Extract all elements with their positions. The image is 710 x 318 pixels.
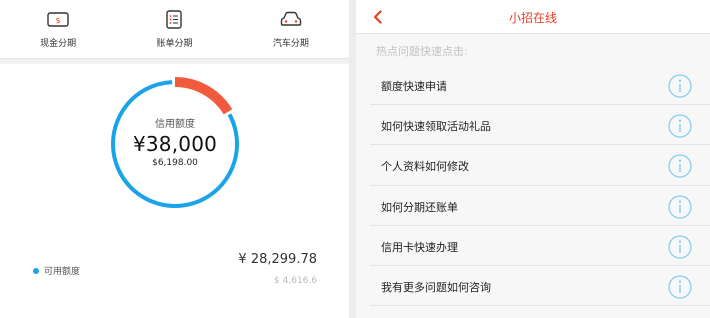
section-divider [0, 58, 349, 64]
svg-text:$: $ [56, 16, 61, 25]
secondary-amount: $ 4,616.6 [274, 276, 317, 286]
info-icon[interactable] [668, 74, 692, 98]
legend-dot [33, 267, 39, 274]
question-text: 如何分期还账单 [381, 200, 458, 214]
nav-bill-installment[interactable]: 账单分期 [116, 0, 232, 58]
info-icon[interactable] [668, 114, 692, 138]
nav-cash-installment[interactable]: $ 现金分期 [0, 0, 116, 58]
hot-questions-label: 热点问题快速点击: [376, 45, 468, 58]
legend-label: 可用额度 [44, 267, 81, 277]
list-item[interactable]: 个人资料如何修改 [370, 145, 710, 186]
page-title: 小招在线 [508, 11, 557, 25]
app-screenshot: $ 现金分期 账单分期 汽车分期 信用额度 ¥38,000 $6,198.00 … [0, 0, 710, 318]
installment-nav: $ 现金分期 账单分期 汽车分期 [0, 0, 349, 58]
list-item[interactable]: 如何分期还账单 [370, 186, 710, 226]
list-item[interactable]: 信用卡快速办理 [370, 226, 710, 266]
credit-limit-title: 信用额度 [155, 118, 195, 130]
help-panel: 小招在线 热点问题快速点击: 额度快速申请 如何快速领取活动礼品 个人资料如何修… [356, 0, 710, 318]
help-header: 小招在线 [356, 0, 710, 34]
question-text: 额度快速申请 [381, 80, 447, 93]
list-item[interactable]: 额度快速申请 [370, 65, 710, 106]
question-text: 我有更多问题如何咨询 [381, 280, 491, 294]
ring-center: 信用额度 ¥38,000 $6,198.00 [108, 77, 242, 211]
question-text: 个人资料如何修改 [381, 160, 469, 174]
car-icon [278, 9, 304, 29]
available-amount: ¥ 28,299.78 [238, 252, 317, 267]
legend-available: 可用额度 [33, 264, 80, 277]
info-icon[interactable] [668, 194, 692, 219]
nav-car-installment[interactable]: 汽车分期 [233, 0, 349, 58]
list-item[interactable]: 我有更多问题如何咨询 [370, 266, 710, 307]
list-item[interactable]: 如何快速领取活动礼品 [370, 105, 710, 146]
question-text: 如何快速领取活动礼品 [381, 120, 491, 134]
question-text: 信用卡快速办理 [381, 240, 458, 254]
credit-panel: $ 现金分期 账单分期 汽车分期 信用额度 ¥38,000 $6,198.00 … [0, 0, 349, 318]
info-icon[interactable] [668, 154, 692, 178]
nav-label: 汽车分期 [272, 39, 309, 49]
cash-icon: $ [45, 9, 71, 29]
question-list: 额度快速申请 如何快速领取活动礼品 个人资料如何修改 如何分期还账单 信用卡快速… [356, 65, 710, 307]
credit-ring-chart: 信用额度 ¥38,000 $6,198.00 [108, 77, 242, 211]
nav-label: 账单分期 [156, 39, 193, 49]
credit-limit-amount: ¥38,000 [132, 131, 218, 156]
info-icon[interactable] [668, 275, 692, 299]
bill-list-icon [161, 9, 187, 29]
used-amount: $6,198.00 [152, 157, 198, 168]
info-icon[interactable] [668, 235, 692, 259]
nav-label: 现金分期 [40, 39, 77, 49]
